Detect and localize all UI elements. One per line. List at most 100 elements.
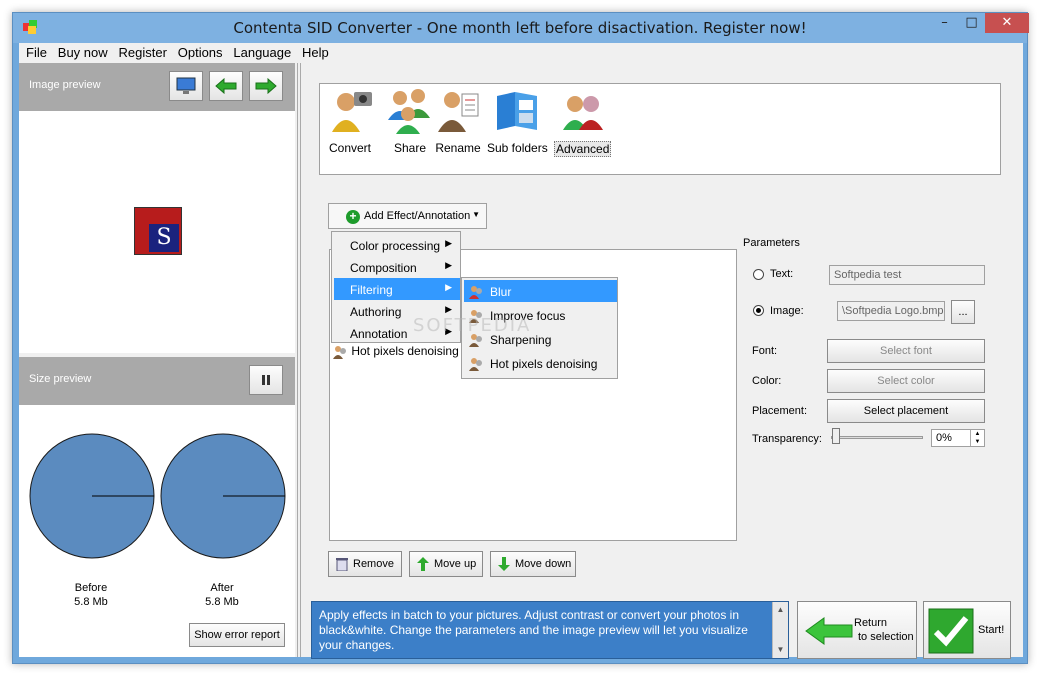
menu-bar: File Buy now Register Options Language H… [19,43,1023,63]
info-panel: Apply effects in batch to your pictures.… [311,601,789,659]
submenu-item-hot-pixels-denoising[interactable]: Hot pixels denoising [464,352,617,374]
move-down-button[interactable]: Move down [490,551,576,577]
plus-icon: + [346,210,360,224]
submenu-arrow-icon: ▶ [445,282,452,292]
text-field[interactable]: Softpedia test [829,265,985,285]
window-title: Contenta SID Converter - One month left … [233,19,807,37]
left-panel: Image preview S Size preview Before 5.8 … [19,63,297,657]
return-arrow-icon [805,617,853,645]
placement-label: Placement: [752,405,808,417]
effect-person-icon [333,346,346,359]
tool-rename-label: Rename [435,141,481,155]
arrow-up-icon [417,557,429,571]
menu-item-authoring-label: Authoring [350,305,402,319]
scroll-up-icon[interactable]: ▲ [773,602,788,616]
add-effect-label: Add Effect/Annotation [364,210,471,222]
text-radio[interactable] [753,269,764,280]
move-up-label: Move up [434,558,477,570]
font-label: Font: [752,345,778,357]
transparency-slider-thumb[interactable] [832,428,840,444]
maximize-button[interactable]: □ [958,13,985,33]
checkmark-icon [928,608,974,654]
monitor-button[interactable] [169,71,203,101]
parameters-title: Parameters [743,237,800,249]
menu-item-composition[interactable]: Composition ▶ [334,256,460,278]
tool-share-label: Share [393,141,427,155]
effects-list-item[interactable]: Hot pixels denoising [332,344,459,362]
after-label: After [210,582,234,594]
transparency-value: 0% [936,432,952,444]
menu-file[interactable]: File [19,43,47,60]
menu-item-filtering-label: Filtering [350,283,393,297]
submenu-item-blur[interactable]: Blur [464,280,617,302]
menu-buy-now[interactable]: Buy now [51,43,108,60]
transparency-spinner[interactable]: 0% ▲ ▼ [931,429,985,447]
tool-advanced[interactable]: Advanced [554,86,612,157]
show-error-report-button[interactable]: Show error report [189,623,285,647]
pause-button[interactable] [249,365,283,395]
image-preview-area: S [19,111,295,353]
spinner-updown-icon[interactable]: ▲ ▼ [970,430,984,446]
scroll-down-icon[interactable]: ▼ [773,642,788,656]
move-up-button[interactable]: Move up [409,551,483,577]
info-scrollbar[interactable]: ▲ ▼ [772,602,788,658]
dropdown-arrow-icon: ▼ [472,210,480,219]
title-bar[interactable]: Contenta SID Converter - One month left … [13,13,1029,43]
select-font-button[interactable]: Select font [827,339,985,363]
return-label: Return to selection [854,616,914,644]
move-down-label: Move down [515,558,572,570]
close-button[interactable]: ✕ [985,13,1029,33]
before-size: 5.8 Mb [74,596,108,608]
arrow-right-icon [255,78,277,94]
after-size-circle [160,433,286,559]
tool-convert[interactable]: Convert [326,86,374,155]
after-size: 5.8 Mb [205,596,239,608]
return-to-selection-button[interactable]: Return to selection [797,601,917,659]
tool-advanced-label: Advanced [554,141,612,157]
logo-letter: S [149,224,179,252]
sub-folders-icon [497,92,538,130]
transparency-slider-track[interactable] [831,436,923,439]
before-size-circle [29,433,155,559]
start-button[interactable]: Start! [923,601,1011,659]
menu-language[interactable]: Language [226,43,291,60]
menu-options[interactable]: Options [171,43,223,60]
submenu-arrow-icon: ▶ [445,238,452,248]
remove-icon [336,558,348,571]
info-text: Apply effects in batch to your pictures.… [319,608,748,652]
menu-item-filtering[interactable]: Filtering ▶ [334,278,460,300]
tool-convert-label: Convert [328,141,372,155]
browse-button[interactable]: ... [951,300,975,324]
select-color-button[interactable]: Select color [827,369,985,393]
minimize-button[interactable]: – [931,13,958,33]
select-placement-button[interactable]: Select placement [827,399,985,423]
menu-register[interactable]: Register [111,43,166,60]
monitor-icon [176,77,196,94]
image-radio[interactable] [753,305,764,316]
blur-icon [469,286,482,299]
arrow-left-icon [215,78,237,94]
advanced-icon [562,96,603,130]
menu-item-color-processing[interactable]: Color processing ▶ [334,234,460,256]
menu-item-annotation-label: Annotation [350,327,408,341]
tool-share[interactable]: Share [386,86,434,155]
size-preview-header: Size preview [19,357,295,405]
tool-sub-folders[interactable]: Sub folders [487,86,548,155]
menu-item-composition-label: Composition [350,261,417,275]
start-label: Start! [978,624,1005,636]
previous-image-button[interactable] [209,71,243,101]
image-label: Image: [770,305,804,317]
remove-button[interactable]: Remove [328,551,402,577]
menu-help[interactable]: Help [295,43,329,60]
size-preview-area: Before 5.8 Mb After 5.8 Mb [19,405,295,657]
image-path-field[interactable]: \Softpedia Logo.bmp [837,301,945,321]
panel-splitter[interactable] [297,63,301,657]
rename-icon [438,92,479,132]
next-image-button[interactable] [249,71,283,101]
menu-item-color-processing-label: Color processing [350,239,441,253]
return-line1: Return [854,617,888,629]
add-effect-button[interactable]: + Add Effect/Annotation ▼ [328,203,487,229]
hot-pixels-denoising-icon [469,358,482,371]
tool-rename[interactable]: Rename [434,86,482,155]
submenu-arrow-icon: ▶ [445,304,452,314]
